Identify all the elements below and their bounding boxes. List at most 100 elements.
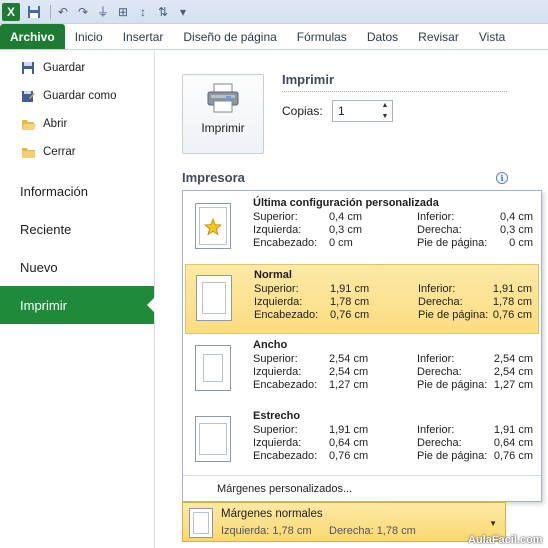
excel-logo-icon[interactable]: X [2, 2, 20, 21]
sort-descending-icon[interactable]: ⇅ [155, 4, 171, 20]
nav-guardar-como-label: Guardar como [43, 90, 117, 102]
label-derecha: Derecha: [417, 437, 462, 449]
copies-spin-buttons[interactable]: ▲ ▼ [379, 102, 391, 120]
option-name: Estrecho [253, 410, 301, 422]
value-superior: 1,91 cm [329, 424, 369, 436]
label-encabezado: Encabezado: [253, 237, 318, 249]
nav-tab-informacion[interactable]: Información [0, 172, 154, 210]
redo-icon[interactable]: ↷ [75, 4, 91, 20]
margin-option-last-custom[interactable]: Última configuración personalizada Super… [185, 193, 539, 263]
ribbon-tabs: Archivo Inicio Insertar Diseño de página… [0, 24, 548, 50]
info-icon[interactable]: i [496, 172, 508, 184]
floppy-disk-icon [20, 60, 36, 76]
margin-option-estrecho[interactable]: Estrecho Superior: 1,91 cm Inferior: 1,9… [185, 406, 539, 476]
print-title-divider [282, 91, 507, 92]
value-izquierda: 1,78 cm [330, 296, 370, 308]
printer-section-title: Impresora [182, 170, 245, 185]
label-superior: Superior: [254, 283, 299, 295]
customize-qat-icon[interactable]: ▾ [175, 4, 191, 20]
tab-insertar[interactable]: Insertar [113, 24, 174, 49]
nav-abrir[interactable]: Abrir [0, 110, 154, 138]
value-superior: 1,91 cm [330, 283, 370, 295]
spin-down-icon[interactable]: ▼ [382, 113, 389, 120]
label-derecha: Derecha: [418, 296, 463, 308]
chevron-down-icon[interactable]: ▼ [489, 519, 497, 528]
value-izquierda: 0,3 cm [329, 224, 363, 236]
borders-icon[interactable]: ⊞ [115, 4, 131, 20]
value-derecha: 0,3 cm [499, 224, 533, 236]
tab-inicio[interactable]: Inicio [65, 24, 113, 49]
label-inferior: Inferior: [417, 353, 455, 365]
value-pie: 1,27 cm [493, 379, 533, 391]
nav-cerrar[interactable]: Cerrar [0, 138, 154, 166]
label-pie: Pie de página: [417, 237, 488, 249]
nav-guardar-como[interactable]: Guardar como [0, 82, 154, 110]
label-izquierda: Izquierda: [253, 437, 302, 449]
option-name: Normal [254, 269, 292, 281]
custom-margins-link[interactable]: Márgenes personalizados... [217, 483, 352, 495]
print-title: Imprimir [282, 72, 335, 87]
filter-icon[interactable]: ⏚ [95, 4, 111, 20]
label-izquierda: Izquierda: [253, 366, 302, 378]
nav-tab-reciente[interactable]: Reciente [0, 210, 154, 248]
watermark: AulaFacil.com [468, 534, 543, 546]
label-superior: Superior: [253, 211, 298, 223]
tab-vista[interactable]: Vista [469, 24, 515, 49]
label-encabezado: Encabezado: [254, 309, 319, 321]
nav-tab-nuevo[interactable]: Nuevo [0, 248, 154, 286]
value-encabezado: 0 cm [329, 237, 353, 249]
qat-separator [50, 4, 51, 19]
tab-formulas[interactable]: Fórmulas [287, 24, 357, 49]
label-superior: Superior: [253, 353, 298, 365]
combo-left-margin: Izquierda: 1,78 cm [221, 525, 312, 537]
value-izquierda: 0,64 cm [329, 437, 369, 449]
value-pie: 0,76 cm [493, 450, 533, 462]
nav-guardar-label: Guardar [43, 62, 86, 74]
value-inferior: 2,54 cm [493, 353, 533, 365]
nav-tab-imprimir[interactable]: Imprimir [0, 286, 155, 324]
sort-ascending-icon[interactable]: ↕ [135, 4, 151, 20]
value-superior: 2,54 cm [329, 353, 369, 365]
copies-label: Copias: [282, 104, 323, 118]
label-pie: Pie de página: [417, 379, 488, 391]
value-inferior: 1,91 cm [492, 283, 532, 295]
save-icon[interactable] [26, 4, 42, 20]
undo-icon[interactable]: ↶ [55, 4, 71, 20]
backstage-nav: Guardar Guardar como Abrir Cerrar Inform… [0, 50, 155, 548]
value-inferior: 1,91 cm [493, 424, 533, 436]
tab-archivo[interactable]: Archivo [0, 24, 65, 49]
value-encabezado: 0,76 cm [330, 309, 370, 321]
tab-diseno-pagina[interactable]: Diseño de página [173, 24, 286, 49]
dropdown-separator [183, 475, 541, 476]
margin-option-ancho[interactable]: Ancho Superior: 2,54 cm Inferior: 2,54 c… [185, 335, 539, 405]
value-derecha: 1,78 cm [492, 296, 532, 308]
spin-up-icon[interactable]: ▲ [382, 102, 389, 109]
label-pie: Pie de página: [418, 309, 489, 321]
combo-right-margin: Derecha: 1,78 cm [329, 525, 416, 537]
nav-guardar[interactable]: Guardar [0, 54, 154, 82]
value-encabezado: 1,27 cm [329, 379, 369, 391]
label-izquierda: Izquierda: [254, 296, 303, 308]
label-izquierda: Izquierda: [253, 224, 302, 236]
margins-combo[interactable]: Márgenes normales Izquierda: 1,78 cm Der… [182, 502, 506, 542]
tab-revisar[interactable]: Revisar [408, 24, 469, 49]
print-button-label: Imprimir [201, 121, 245, 135]
printer-icon [207, 83, 239, 113]
value-pie: 0,76 cm [492, 309, 532, 321]
value-derecha: 2,54 cm [493, 366, 533, 378]
option-name: Ancho [253, 339, 288, 351]
option-name: Última configuración personalizada [253, 197, 439, 209]
value-pie: 0 cm [509, 237, 533, 249]
tab-datos[interactable]: Datos [357, 24, 408, 49]
star-icon [204, 218, 222, 236]
copies-spinner[interactable]: 1 ▲ ▼ [332, 100, 393, 122]
page-preview-icon [195, 345, 231, 391]
print-button[interactable]: Imprimir [182, 74, 264, 154]
margin-option-normal[interactable]: Normal Superior: 1,91 cm Inferior: 1,91 … [185, 264, 539, 334]
label-inferior: Inferior: [417, 211, 455, 223]
label-inferior: Inferior: [418, 283, 456, 295]
margins-dropdown: Última configuración personalizada Super… [182, 190, 542, 502]
value-encabezado: 0,76 cm [329, 450, 369, 462]
label-inferior: Inferior: [417, 424, 455, 436]
page-preview-icon [195, 203, 231, 249]
